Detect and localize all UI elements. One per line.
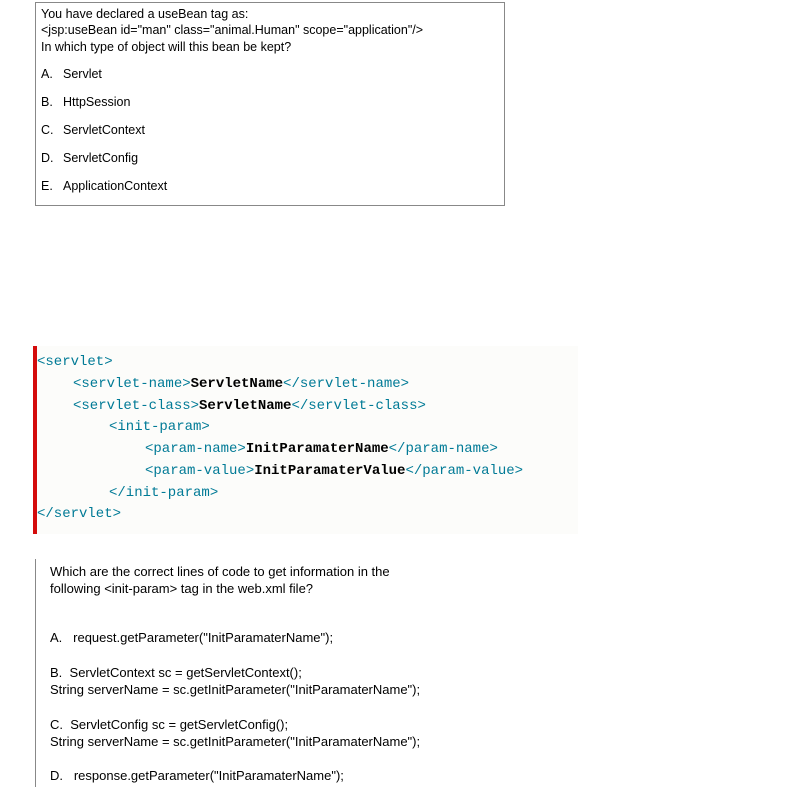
option-text-l2: String serverName = sc.getInitParameter(…	[50, 682, 420, 697]
option-text-l2: String serverName = sc.getInitParameter(…	[50, 734, 420, 749]
xml-tag: </param-value>	[405, 463, 523, 479]
q2-options: A. request.getParameter("InitParamaterNa…	[50, 630, 605, 785]
option-letter: A.	[50, 630, 62, 645]
q2-line2b: tag in the web.xml file?	[177, 581, 313, 596]
option-text: response.getParameter("InitParamaterName…	[74, 768, 344, 783]
q2-line1: Which are the correct lines of code to g…	[50, 564, 390, 579]
option-text: ServletContext	[63, 123, 145, 137]
option-letter: D.	[50, 768, 63, 783]
code-line: <servlet>	[37, 352, 578, 374]
xml-tag: </init-param>	[109, 485, 218, 501]
option-letter: B.	[50, 665, 62, 680]
xml-value: ServletName	[191, 376, 283, 392]
xml-tag: <param-name>	[145, 441, 246, 457]
xml-tag: </servlet>	[37, 506, 121, 522]
code-line: <param-name>InitParamaterName</param-nam…	[37, 439, 578, 461]
code-line: <servlet-name>ServletName</servlet-name>	[37, 374, 578, 396]
xml-tag: <servlet>	[37, 354, 113, 370]
q2-line2a: following	[50, 581, 104, 596]
q2-option-c: C. ServletConfig sc = getServletConfig()…	[50, 717, 605, 751]
option-text-l1: ServletConfig sc = getServletConfig();	[70, 717, 288, 732]
xml-value: ServletName	[199, 398, 291, 414]
xml-tag: <init-param>	[109, 419, 210, 435]
q2-option-b: B. ServletContext sc = getServletContext…	[50, 665, 605, 699]
option-letter: D.	[41, 149, 63, 167]
q1-option-b: B.HttpSession	[41, 93, 496, 111]
q1-option-d: D.ServletConfig	[41, 149, 496, 167]
code-line: </init-param>	[37, 483, 578, 505]
option-text: ApplicationContext	[63, 179, 167, 193]
question-1-block: You have declared a useBean tag as: <jsp…	[35, 2, 505, 206]
q1-line1: You have declared a useBean tag as:	[41, 7, 248, 21]
option-letter: C.	[41, 121, 63, 139]
option-letter: A.	[41, 65, 63, 83]
xml-value: InitParamaterValue	[254, 463, 405, 479]
code-line: <param-value>InitParamaterValue</param-v…	[37, 461, 578, 483]
xml-tag: </param-name>	[389, 441, 498, 457]
question-1-text: You have declared a useBean tag as: <jsp…	[41, 6, 496, 55]
option-letter: E.	[41, 177, 63, 195]
q2-inline-tag: <init-param>	[104, 581, 177, 596]
question-2-text: Which are the correct lines of code to g…	[50, 563, 605, 598]
xml-tag: <servlet-class>	[73, 398, 199, 414]
q2-option-a: A. request.getParameter("InitParamaterNa…	[50, 630, 605, 647]
option-text: Servlet	[63, 67, 102, 81]
q1-line2: <jsp:useBean id="man" class="animal.Huma…	[41, 23, 423, 37]
code-line: <init-param>	[37, 417, 578, 439]
q1-line3: In which type of object will this bean b…	[41, 40, 291, 54]
q1-option-e: E.ApplicationContext	[41, 177, 496, 195]
q1-option-c: C.ServletContext	[41, 121, 496, 139]
option-letter: B.	[41, 93, 63, 111]
option-text: HttpSession	[63, 95, 130, 109]
xml-tag: </servlet-class>	[291, 398, 425, 414]
xml-code-block: <servlet> <servlet-name>ServletName</ser…	[33, 346, 578, 534]
q2-option-d: D. response.getParameter("InitParamaterN…	[50, 768, 605, 785]
option-text: request.getParameter("InitParamaterName"…	[73, 630, 333, 645]
xml-tag: <servlet-name>	[73, 376, 191, 392]
q1-option-a: A.Servlet	[41, 65, 496, 83]
option-text: ServletConfig	[63, 151, 138, 165]
q1-options: A.Servlet B.HttpSession C.ServletContext…	[41, 65, 496, 196]
xml-tag: </servlet-name>	[283, 376, 409, 392]
question-2-block: Which are the correct lines of code to g…	[35, 559, 613, 787]
option-text-l1: ServletContext sc = getServletContext();	[70, 665, 302, 680]
xml-value: InitParamaterName	[246, 441, 389, 457]
code-line: <servlet-class>ServletName</servlet-clas…	[37, 396, 578, 418]
code-line: </servlet>	[37, 504, 578, 526]
xml-tag: <param-value>	[145, 463, 254, 479]
option-letter: C.	[50, 717, 63, 732]
